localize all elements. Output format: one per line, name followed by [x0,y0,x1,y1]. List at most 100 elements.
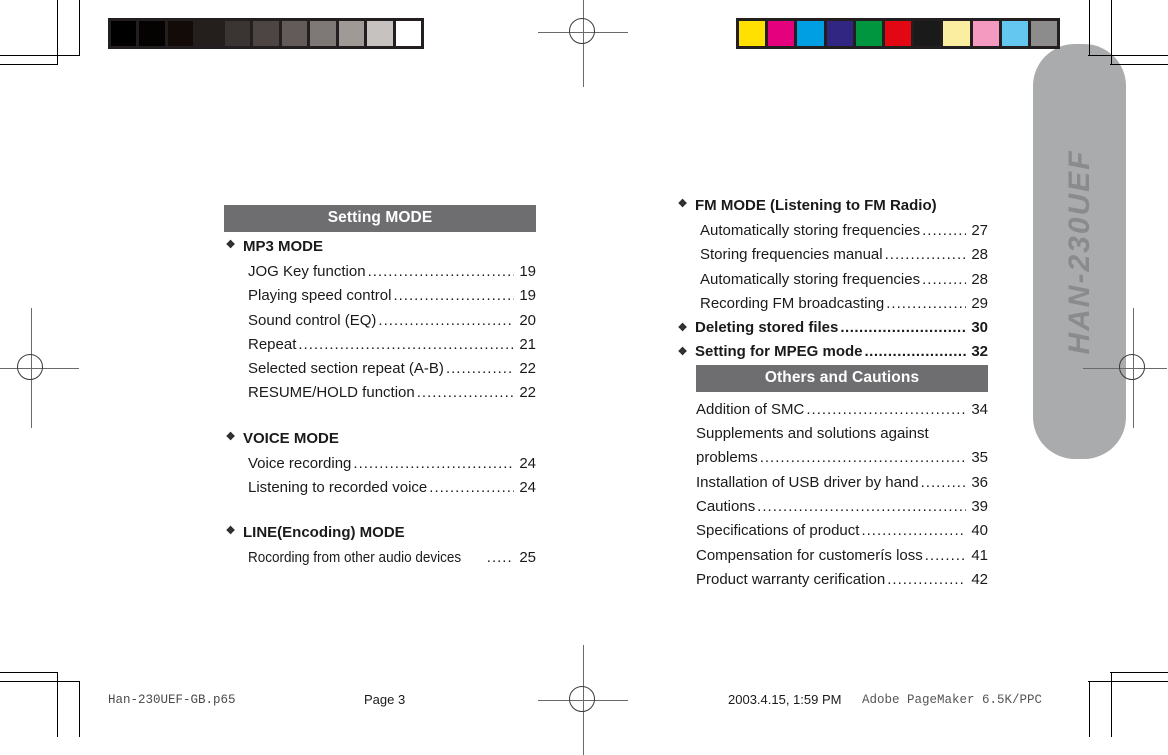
toc-group-heading-label: MP3 MODE [243,238,324,255]
toc-entry[interactable]: Recording FM broadcasting...............… [700,292,988,316]
toc-entry[interactable]: Specifications of product...............… [696,519,988,543]
toc-group: ❖ VOICE MODE Voice recording..............… [224,428,536,501]
toc-entry[interactable]: ❖ Deleting stored files..................… [676,316,988,340]
toc-entry[interactable]: Sound control (EQ)......................… [248,309,536,333]
toc-entry[interactable]: Addition of SMC.........................… [696,398,988,422]
toc-page-number: 29 [971,294,988,312]
calibration-swatch-5 [253,21,279,46]
toc-group-fm-mode: ❖ FM MODE (Listening to FM Radio) Automati… [676,195,988,316]
grayscale-calibration-bar [108,18,424,49]
toc-entry-label: Automatically storing frequencies [700,270,921,288]
calibration-swatch-4 [855,21,882,46]
toc-entry[interactable]: Listening to recorded voice.............… [248,476,536,500]
print-proof-page: HAN-230UEF Setting MODE ❖ MP3 MODE JOG Key… [0,0,1168,755]
calibration-swatch-5 [884,21,912,46]
toc-page-number: 28 [971,270,988,288]
calibration-swatch-8 [338,21,365,46]
toc-entry[interactable]: Supplements and solutions against [696,422,988,446]
toc-entry[interactable]: Compensation for customerís loss .......… [696,544,988,568]
toc-page-number: 36 [971,473,988,491]
crop-mark-bottom-right-h2 [1088,681,1168,682]
toc-entry-label: RESUME/HOLD function [248,384,415,402]
registration-mark-bottom [538,645,628,755]
crop-mark-bottom-left-h2 [0,681,80,682]
toc-entry[interactable]: Rocording from other audio devices .....… [248,546,536,570]
calibration-swatch-1 [139,21,165,46]
section-header-others-and-cautions: Others and Cautions [696,364,988,392]
toc-page-number: 34 [971,400,988,418]
toc-leader-dots: ........................................… [486,549,514,567]
toc-right-column: ❖ FM MODE (Listening to FM Radio) Automati… [676,195,988,592]
diamond-bullet-icon: ❖ [677,198,688,210]
toc-entry[interactable]: Product warranty cerification...........… [696,568,988,592]
toc-page-number: 30 [971,319,988,337]
toc-page-number: 41 [971,546,988,564]
calibration-swatch-8 [972,21,999,46]
toc-leader-dots: ........................................… [864,343,966,361]
calibration-swatch-10 [1030,21,1058,46]
toc-leader-dots: ........................................… [378,311,514,329]
toc-leader-dots: ........................................… [922,270,966,288]
toc-group-heading-label: VOICE MODE [243,429,339,447]
toc-entry-label: Repeat [248,335,297,353]
toc-entry-label: Addition of SMC [696,400,805,418]
toc-group: ❖ LINE(Encoding) MODE Rocording from other… [224,522,536,570]
toc-entry-label: Recording FM broadcasting [700,294,885,312]
toc-page-number: 42 [971,570,988,588]
calibration-swatch-6 [281,21,308,46]
calibration-swatch-2 [167,21,194,46]
color-calibration-bar [736,18,1060,49]
toc-leader-dots: ........................................… [445,360,514,378]
toc-entry[interactable]: JOG Key function........................… [248,260,536,284]
toc-entry[interactable]: Voice recording.........................… [248,452,536,476]
toc-group-heading-label: LINE(Encoding) MODE [243,524,405,542]
toc-entry-label: Supplements and solutions against [696,425,929,443]
toc-entry[interactable]: Cautions................................… [696,495,988,519]
reg-circle [569,686,595,712]
toc-entry[interactable]: Automatically storing frequencies ......… [700,219,988,243]
toc-page-number: 20 [519,311,536,329]
toc-entry[interactable]: Automatically storing frequencies ......… [700,268,988,292]
toc-entry[interactable]: problems................................… [696,446,988,470]
toc-page-number: 22 [519,384,536,402]
registration-mark-right [1083,308,1167,428]
toc-entry-label: Specifications of product [696,522,860,540]
toc-page-number: 28 [971,246,988,264]
crop-mark-top-right-h1-overlay [1088,55,1168,56]
toc-entry[interactable]: ❖ Setting for MPEG mode..................… [676,340,988,364]
toc-left-groups: ❖ MP3 MODE JOG Key function...............… [224,236,536,571]
toc-leader-dots: ........................................… [759,449,966,467]
calibration-swatch-1 [768,21,795,46]
toc-entry[interactable]: Playing speed control...................… [248,284,536,308]
toc-leader-dots: ........................................… [922,222,966,239]
toc-leader-dots: ........................................… [924,546,966,564]
toc-others-entries: Addition of SMC.........................… [676,398,988,592]
diamond-bullet-icon: ❖ [225,525,236,538]
footer-page-label: Page 3 [364,692,406,707]
diamond-bullet-icon: ❖ [677,322,688,335]
crop-mark-top-right-v2-overlay [1089,0,1090,55]
toc-entry[interactable]: Selected section repeat (A-B)...........… [248,357,536,381]
calibration-swatch-7 [310,21,336,46]
toc-entry-label: Storing frequencies manual [700,246,883,264]
calibration-swatch-0 [111,21,137,46]
toc-entry-label: Deleting stored files [695,319,839,337]
diamond-bullet-icon: ❖ [225,430,236,443]
toc-leader-dots: ........................................… [920,473,966,491]
toc-entry-label: Playing speed control [248,287,392,305]
toc-leader-dots: ........................................… [840,319,966,337]
side-tab-label: HAN-230UEF [1062,148,1096,355]
toc-group-heading: ❖ MP3 MODE [224,236,536,257]
toc-entry[interactable]: Repeat .................................… [248,333,536,357]
reg-circle [1119,354,1145,380]
toc-entry-label: Voice recording [248,454,352,472]
calibration-swatch-0 [739,21,766,46]
toc-entry[interactable]: Storing frequencies manual..............… [700,243,988,267]
toc-group-heading: ❖ VOICE MODE [224,428,536,449]
toc-entry-label: problems [696,449,758,467]
section-header-setting-mode: Setting MODE [224,205,536,232]
toc-leader-dots: ........................................… [393,287,514,305]
toc-entry[interactable]: RESUME/HOLD function....................… [248,381,536,405]
toc-entry-label: Compensation for customerís loss [696,546,923,564]
toc-entry[interactable]: Installation of USB driver by hand .....… [696,471,988,495]
